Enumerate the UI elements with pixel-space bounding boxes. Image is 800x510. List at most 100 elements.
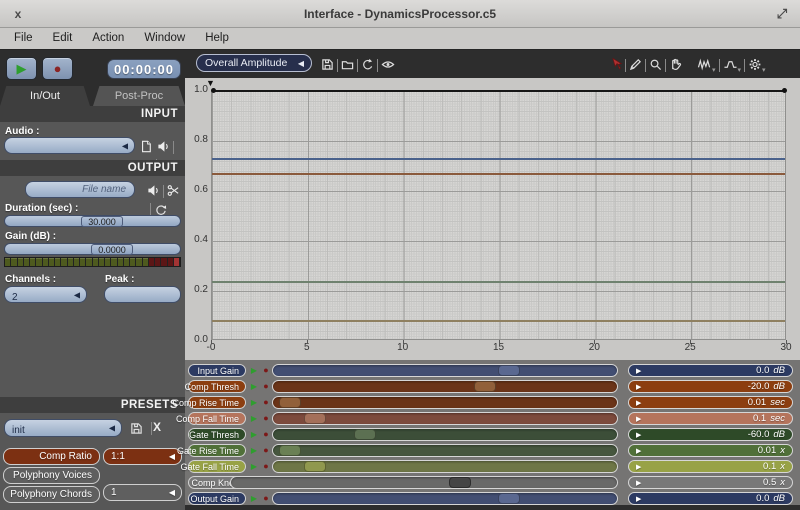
- expand-icon[interactable]: ⤢: [774, 6, 790, 22]
- plot-area[interactable]: [211, 90, 786, 340]
- gain-slider-handle[interactable]: 0.0000: [91, 244, 133, 255]
- slider-handle[interactable]: [304, 413, 326, 424]
- preset-dropdown[interactable]: init ◀: [4, 419, 122, 437]
- pencil-icon[interactable]: [629, 56, 642, 74]
- mini-record-icon[interactable]: ●: [261, 460, 271, 473]
- slider-track[interactable]: [272, 428, 618, 441]
- slider-handle[interactable]: [498, 365, 520, 376]
- slider-value-box[interactable]: ▶0.5x: [628, 476, 793, 489]
- slider-value-box[interactable]: ▶0.1sec: [628, 412, 793, 425]
- series-curve-olive[interactable]: [212, 320, 785, 322]
- save-icon[interactable]: [130, 420, 143, 438]
- menu-item-help[interactable]: Help: [195, 28, 239, 49]
- slider-track[interactable]: [272, 460, 618, 473]
- mini-play-icon[interactable]: ▶: [249, 364, 259, 377]
- series-overall-amplitude[interactable]: [212, 90, 785, 92]
- mini-play-icon[interactable]: ▶: [249, 380, 259, 393]
- file-name-input[interactable]: [25, 181, 135, 198]
- slider-value-box[interactable]: ▶0.01x: [628, 444, 793, 457]
- slider-track[interactable]: [272, 380, 618, 393]
- series-curve-green[interactable]: [212, 281, 785, 283]
- eye-icon[interactable]: [381, 56, 395, 74]
- mini-play-icon[interactable]: ▶: [249, 444, 259, 457]
- slider-track[interactable]: [272, 396, 618, 409]
- scissors-icon[interactable]: [167, 182, 180, 200]
- folder-icon[interactable]: [341, 56, 354, 74]
- mini-play-icon[interactable]: ▶: [249, 412, 259, 425]
- file-add-icon[interactable]: [140, 138, 152, 156]
- slider-value-box[interactable]: ▶0.01sec: [628, 396, 793, 409]
- waveform-icon[interactable]: [697, 56, 712, 74]
- slider-track[interactable]: [230, 476, 618, 489]
- slider-label[interactable]: Comp Rise Time: [188, 396, 246, 409]
- slider-handle[interactable]: [498, 493, 520, 504]
- mini-play-icon[interactable]: ▶: [249, 460, 259, 473]
- mini-record-icon[interactable]: ●: [261, 364, 271, 377]
- channels-dropdown[interactable]: 2 ◀: [4, 286, 87, 303]
- menu-item-file[interactable]: File: [4, 28, 43, 49]
- combo-label-polyphony-voices[interactable]: Polyphony Voices: [3, 467, 100, 484]
- menu-item-action[interactable]: Action: [82, 28, 134, 49]
- mini-record-icon[interactable]: ●: [261, 412, 271, 425]
- menu-item-edit[interactable]: Edit: [43, 28, 83, 49]
- record-button[interactable]: ●: [42, 57, 73, 80]
- slider-handle[interactable]: [474, 381, 496, 392]
- slider-track[interactable]: [272, 364, 618, 377]
- mini-play-icon[interactable]: ▶: [249, 492, 259, 505]
- series-curve-blue[interactable]: [212, 158, 785, 160]
- curve-selector-dropdown[interactable]: Overall Amplitude ◀: [196, 54, 312, 72]
- undo-icon[interactable]: [361, 56, 374, 74]
- audio-dropdown[interactable]: ◀: [4, 137, 135, 154]
- series-endpoint[interactable]: [782, 88, 787, 93]
- close-icon[interactable]: x: [10, 6, 26, 22]
- slider-value-box[interactable]: ▶0.0dB: [628, 364, 793, 377]
- series-curve-brown[interactable]: [212, 173, 785, 175]
- slider-handle[interactable]: [449, 477, 471, 488]
- slider-label[interactable]: Gate Rise Time: [188, 444, 246, 457]
- mini-record-icon[interactable]: ●: [261, 380, 271, 393]
- mini-record-icon[interactable]: ●: [261, 428, 271, 441]
- mini-record-icon[interactable]: ●: [261, 492, 271, 505]
- slider-label[interactable]: Input Gain: [188, 364, 246, 377]
- slider-label[interactable]: Comp Fall Time: [188, 412, 246, 425]
- menu-item-window[interactable]: Window: [134, 28, 195, 49]
- slider-track[interactable]: [272, 412, 618, 425]
- speaker-icon[interactable]: [157, 138, 170, 156]
- slider-label[interactable]: Output Gain: [188, 492, 246, 505]
- slider-handle[interactable]: [279, 445, 301, 456]
- envelope-icon[interactable]: [723, 56, 738, 74]
- slider-value-box[interactable]: ▶0.0dB: [628, 492, 793, 505]
- slider-label[interactable]: Comp Thresh: [188, 380, 246, 393]
- combo-dropdown-polyphony-voices[interactable]: 1◀: [103, 484, 182, 501]
- mini-play-icon[interactable]: ▶: [249, 396, 259, 409]
- zoom-icon[interactable]: [649, 56, 662, 74]
- combo-label-comp-ratio[interactable]: Comp Ratio: [3, 448, 100, 465]
- settings-icon[interactable]: [748, 56, 762, 74]
- tab-in-out[interactable]: In/Out: [0, 86, 90, 106]
- slider-handle[interactable]: [279, 397, 301, 408]
- combo-dropdown-comp-ratio[interactable]: 1:1◀: [103, 448, 182, 465]
- slider-value-box[interactable]: ▶0.1x: [628, 460, 793, 473]
- gain-slider[interactable]: 0.0000: [4, 243, 181, 255]
- title-bar[interactable]: x Interface - DynamicsProcessor.c5 ⤢: [0, 0, 800, 28]
- slider-track[interactable]: [272, 444, 618, 457]
- tab-post-proc[interactable]: Post-Proc: [93, 86, 185, 106]
- duration-slider-handle[interactable]: 30.000: [81, 216, 123, 227]
- slider-label[interactable]: Gate Fall Time: [188, 460, 246, 473]
- duration-slider[interactable]: 30.000: [4, 215, 181, 227]
- preset-delete-button[interactable]: X: [153, 420, 161, 434]
- mini-record-icon[interactable]: ●: [261, 444, 271, 457]
- mini-play-icon[interactable]: ▶: [249, 428, 259, 441]
- slider-handle[interactable]: [304, 461, 326, 472]
- speaker-icon[interactable]: [147, 182, 160, 200]
- slider-value-box[interactable]: ▶-60.0dB: [628, 428, 793, 441]
- save-icon[interactable]: [321, 56, 334, 74]
- mini-record-icon[interactable]: ●: [261, 396, 271, 409]
- peak-field[interactable]: [104, 286, 181, 303]
- slider-value-box[interactable]: ▶-20.0dB: [628, 380, 793, 393]
- series-endpoint[interactable]: [211, 88, 216, 93]
- hand-icon[interactable]: [669, 56, 682, 74]
- play-button[interactable]: ▶: [6, 57, 37, 80]
- slider-label[interactable]: Gate Thresh: [188, 428, 246, 441]
- slider-handle[interactable]: [354, 429, 376, 440]
